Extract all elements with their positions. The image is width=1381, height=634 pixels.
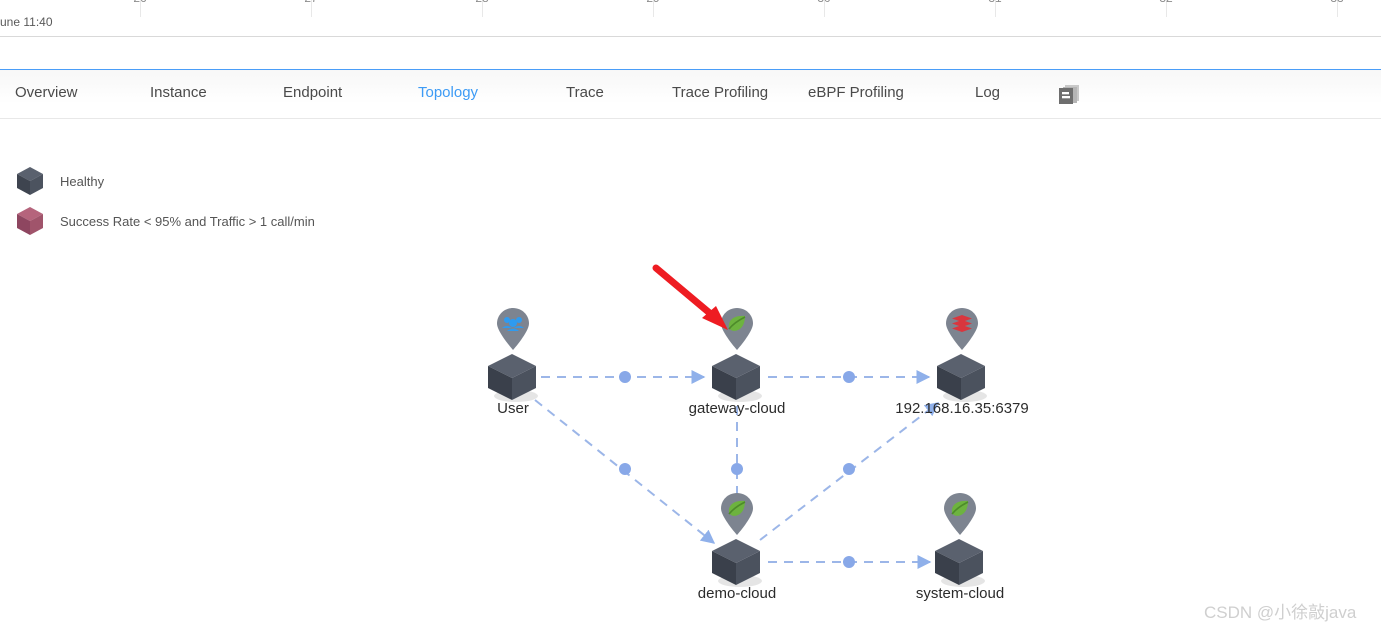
topology-graph[interactable]: User gateway-cloud 192.168.16.35:6379 de… — [0, 240, 1381, 634]
tab-topology[interactable]: Topology — [418, 82, 478, 104]
tab-ebpf-profiling[interactable]: eBPF Profiling — [808, 82, 904, 104]
topology-edges — [534, 370, 940, 569]
legend-label: Success Rate < 95% and Traffic > 1 call/… — [60, 214, 315, 229]
tab-endpoint[interactable]: Endpoint — [283, 82, 342, 104]
chart-tick-label: 30 — [817, 0, 830, 5]
tab-instance[interactable]: Instance — [150, 82, 207, 104]
csdn-watermark: CSDN @小徐敲java — [1204, 603, 1357, 622]
tab-trace-profiling[interactable]: Trace Profiling — [672, 82, 768, 104]
copy-documents-icon[interactable] — [1058, 84, 1082, 106]
redis-stack-icon — [945, 307, 979, 351]
chart-tick-label: 33 — [1330, 0, 1343, 5]
tab-log[interactable]: Log — [975, 82, 1000, 104]
cube-icon — [932, 536, 988, 588]
cube-icon — [485, 351, 541, 403]
tab-bar: Overview Instance Endpoint Topology Trace Tra… — [0, 69, 1381, 119]
cube-icon — [709, 351, 765, 403]
tab-trace[interactable]: Trace — [566, 82, 604, 104]
chart-time-label: une 11:40 — [0, 15, 53, 29]
chart-axis-strip: 26 27 28 29 30 31 32 33 — [0, 0, 1381, 17]
cube-icon — [934, 351, 990, 403]
cube-icon — [14, 205, 46, 237]
chart-tick-label: 31 — [988, 0, 1001, 5]
chart-tick-label: 26 — [133, 0, 146, 5]
chart-tick-label: 29 — [646, 0, 659, 5]
chart-tick-label: 27 — [304, 0, 317, 5]
cube-icon — [709, 536, 765, 588]
cube-icon — [14, 165, 46, 197]
spring-leaf-icon — [943, 492, 977, 536]
topology-node-label: demo-cloud — [697, 585, 777, 602]
topology-node-label: system-cloud — [915, 585, 1005, 602]
topology-node-label: User — [497, 400, 529, 417]
legend-label: Healthy — [60, 174, 105, 189]
tab-overview[interactable]: Overview — [15, 82, 78, 104]
spring-leaf-icon — [720, 307, 754, 351]
spring-leaf-icon — [720, 492, 754, 536]
chart-divider — [0, 36, 1381, 37]
chart-tick-label: 32 — [1159, 0, 1172, 5]
topology-node-label: 192.168.16.35:6379 — [895, 400, 1029, 417]
users-group-icon — [496, 307, 530, 351]
topology-node-label: gateway-cloud — [688, 400, 786, 417]
chart-tick-label: 28 — [475, 0, 488, 5]
